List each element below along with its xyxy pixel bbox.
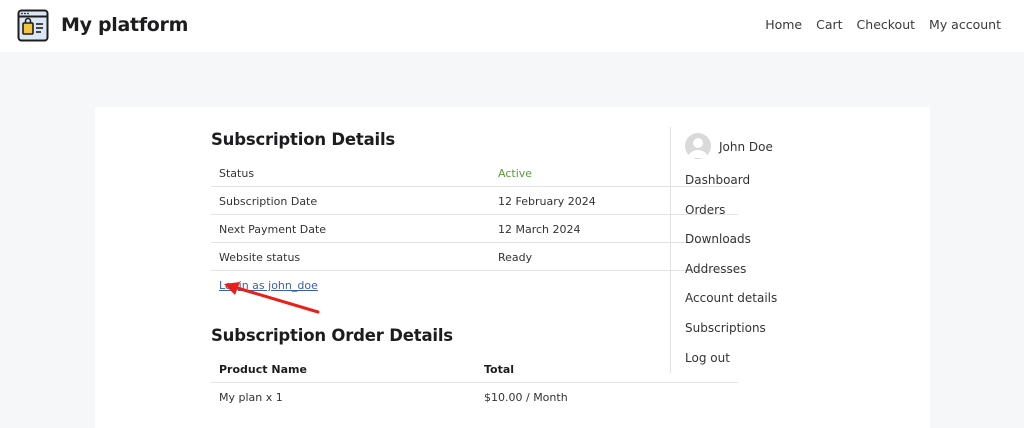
subscription-details-title: Subscription Details — [211, 130, 396, 149]
user-avatar-icon — [685, 133, 711, 159]
sidebar-item-downloads[interactable]: Downloads — [685, 232, 777, 262]
row-label: Next Payment Date — [219, 223, 327, 236]
table-row: Next Payment Date 12 March 2024 — [211, 215, 738, 243]
row-value: Ready — [498, 251, 533, 264]
table-row: Website status Ready — [211, 243, 738, 271]
column-header-total: Total — [484, 363, 515, 376]
table-row: Status Active — [211, 159, 738, 187]
column-header-product: Product Name — [219, 363, 307, 376]
order-details-title: Subscription Order Details — [211, 326, 453, 345]
user-name: John Doe — [719, 140, 773, 154]
table-row: Subscription Date 12 February 2024 — [211, 187, 738, 215]
order-table-header: Product Name Total — [211, 355, 738, 383]
sidebar-item-orders[interactable]: Orders — [685, 203, 777, 233]
row-value: 12 March 2024 — [498, 223, 581, 236]
account-card: Subscription Details Status Active Subsc… — [95, 107, 930, 428]
row-label: Subscription Date — [219, 195, 318, 208]
sidebar-item-addresses[interactable]: Addresses — [685, 262, 777, 292]
status-badge: Active — [498, 167, 533, 180]
shopping-bag-window-icon[interactable] — [17, 9, 49, 42]
product-name: My plan x 1 — [219, 391, 283, 404]
site-header: My platform Home Cart Checkout My accoun… — [0, 0, 1024, 52]
nav-my-account[interactable]: My account — [929, 17, 1001, 32]
site-title[interactable]: My platform — [61, 14, 188, 36]
account-navigation: Dashboard Orders Downloads Addresses Acc… — [685, 173, 777, 380]
sidebar-item-dashboard[interactable]: Dashboard — [685, 173, 777, 203]
annotation-arrow-icon — [224, 282, 320, 314]
sidebar-item-account-details[interactable]: Account details — [685, 291, 777, 321]
main-nav: Home Cart Checkout My account — [765, 17, 1001, 32]
sidebar-item-log-out[interactable]: Log out — [685, 351, 777, 381]
nav-checkout[interactable]: Checkout — [857, 17, 915, 32]
row-label: Website status — [219, 251, 301, 264]
product-total: $10.00 / Month — [484, 391, 568, 404]
row-label: Status — [219, 167, 255, 180]
sidebar-item-subscriptions[interactable]: Subscriptions — [685, 321, 777, 351]
row-value: 12 February 2024 — [498, 195, 596, 208]
nav-cart[interactable]: Cart — [816, 17, 842, 32]
table-row: My plan x 1 $10.00 / Month — [211, 383, 738, 411]
sidebar-divider — [670, 127, 671, 373]
nav-home[interactable]: Home — [765, 17, 802, 32]
